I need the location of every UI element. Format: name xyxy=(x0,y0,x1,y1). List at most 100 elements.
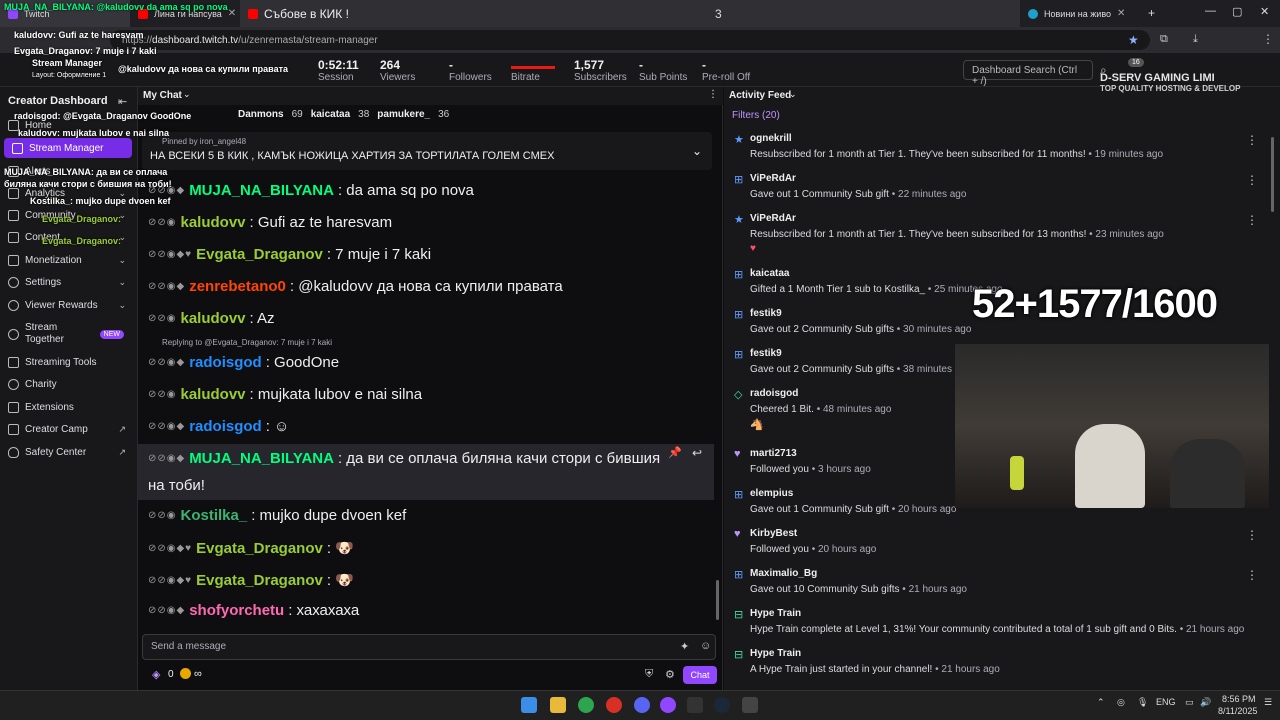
display-icon[interactable]: ▭ xyxy=(1185,697,1194,708)
clock-date[interactable]: 8/11/2025 xyxy=(1218,706,1257,716)
chat-scrollbar[interactable] xyxy=(716,580,719,620)
terminal-icon[interactable] xyxy=(687,697,703,713)
chat-title[interactable]: My Chat xyxy=(143,90,182,101)
sidebar-item-stream-together[interactable]: Stream Together NEW xyxy=(0,322,136,346)
sidebar-item-stream-manager[interactable]: Stream Manager xyxy=(4,138,132,158)
network-icon[interactable]: ◎ xyxy=(1117,697,1125,708)
url-input[interactable]: https://dashboard.twitch.tv/u/zenremasta… xyxy=(110,30,1150,50)
new-tab-icon[interactable]: + xyxy=(1148,6,1155,20)
chat-message[interactable]: ⊘⊘◉ kaludovv: mujkata lubov e nai silna xyxy=(148,386,422,403)
sidebar-item-streaming-tools[interactable]: Streaming Tools xyxy=(0,352,136,372)
feed-item[interactable]: ⊟ Hype Train Hype Train complete at Level … xyxy=(734,608,1264,646)
close-window-icon[interactable]: ✕ xyxy=(1260,5,1269,18)
extensions-icon[interactable]: ⧉ xyxy=(1160,33,1168,46)
chat-send-button[interactable]: Chat xyxy=(683,666,717,684)
close-icon[interactable]: ✕ xyxy=(228,8,236,19)
chat-message[interactable]: ⊘⊘◉◆ MUJA_NA_BILYANA: да ви се оплача бил… xyxy=(148,450,660,467)
feed-item[interactable]: ⊞ Maximalio_Bg Gave out 10 Community Sub g… xyxy=(734,568,1264,606)
chrome-icon[interactable] xyxy=(578,697,594,713)
start-icon[interactable] xyxy=(521,697,537,713)
mic-icon[interactable]: 🎙 xyxy=(1137,697,1148,708)
browser-tab-news[interactable]: Новини на живо ✕ xyxy=(1020,0,1130,27)
feed-filters[interactable]: Filters (20) xyxy=(732,110,780,121)
emoji-icon[interactable]: ☺ xyxy=(700,640,711,652)
feed-scrollbar[interactable] xyxy=(1271,137,1274,212)
overlay-chat-line: MUJA_NA_BILYANA: да ви се оплача биляна … xyxy=(4,167,172,189)
chat-message[interactable]: ⊘⊘◉ kaludovv: Az xyxy=(148,310,275,327)
app-icon[interactable] xyxy=(606,697,622,713)
stat-followers: - Followers xyxy=(449,58,492,83)
chevron-down-icon[interactable]: ⌄ xyxy=(692,144,702,158)
sidebar-item-charity[interactable]: Charity xyxy=(0,374,136,394)
reply-note[interactable]: Replying to @Evgata_Draganov: 7 muje i 7… xyxy=(162,338,332,347)
sparkle-icon[interactable]: ✦ xyxy=(680,640,689,653)
chat-message[interactable]: ⊘⊘◉◆ MUJA_NA_BILYANA: da ama sq po nova xyxy=(148,182,474,199)
feed-item[interactable]: ★ ViPeRdAr Resubscribed for 1 month at Tie… xyxy=(734,213,1264,254)
close-icon[interactable]: ✕ xyxy=(1117,8,1125,19)
browser-tab-kick[interactable]: Събове в КИК ! 3 33 xyxy=(240,0,1020,27)
collapse-icon[interactable]: ⇤ xyxy=(118,95,127,108)
steam-icon[interactable] xyxy=(714,697,730,713)
chat-input[interactable]: Send a message xyxy=(142,634,716,660)
feed-item[interactable]: ⊟ Hype Train A Hype Train just started in … xyxy=(734,648,1264,686)
file-explorer-icon[interactable] xyxy=(550,697,566,713)
chat-message[interactable]: ⊘⊘◉◆♥ Evgata_Draganov: 🐶 xyxy=(148,571,354,590)
chevron-down-icon[interactable]: ⌄ xyxy=(183,89,191,100)
stat-preroll[interactable]: - Pre-roll Off xyxy=(702,58,750,84)
leaderboard-user[interactable]: Danmons xyxy=(238,109,284,120)
language-indicator[interactable]: ENG xyxy=(1156,697,1176,707)
more-options-icon[interactable]: ⋮ xyxy=(1246,213,1258,227)
sidebar-item-monetization[interactable]: Monetization ⌄ xyxy=(0,250,136,270)
bits-icon[interactable] xyxy=(180,668,191,679)
chat-message[interactable]: ⊘⊘◉◆ zenrebetano0: @kaludovv да нова са к… xyxy=(148,278,563,295)
chat-message[interactable]: ⊘⊘◉◆♥ Evgata_Draganov: 7 muje i 7 kaki xyxy=(148,246,431,263)
download-icon[interactable]: ⤓ xyxy=(1193,33,1198,46)
more-options-icon[interactable]: ⋮ xyxy=(1246,528,1258,542)
clock-time[interactable]: 8:56 PM xyxy=(1222,694,1256,704)
menu-icon[interactable]: ⋮ xyxy=(1262,32,1274,46)
sidebar-item-safety-center[interactable]: Safety Center ↗ xyxy=(0,442,136,462)
app-icon[interactable] xyxy=(742,697,758,713)
chat-message[interactable]: ⊘⊘◉◆♥ Evgata_Draganov: 🐶 xyxy=(148,539,354,558)
volume-icon[interactable]: 🔊 xyxy=(1200,697,1211,708)
sidebar-item-viewer-rewards[interactable]: Viewer Rewards ⌄ xyxy=(0,295,136,315)
feed-item[interactable]: ★ ognekrill Resubscribed for 1 month at Ti… xyxy=(734,133,1264,171)
layout-label[interactable]: Layout: Оформление 1 xyxy=(32,72,106,79)
chat-message[interactable]: ⊘⊘◉◆ shofyorchetu: хахахаха xyxy=(148,602,359,619)
feed-item[interactable]: ♥ KirbyBest Followed you • 20 hours ago ⋮ xyxy=(734,528,1264,566)
pin-icon[interactable]: 📌 xyxy=(668,446,682,459)
twitch-app-icon[interactable] xyxy=(660,697,676,713)
settings-icon[interactable]: ⚙ xyxy=(665,668,675,681)
leaderboard-user[interactable]: kaicataa xyxy=(311,109,350,120)
more-options-icon[interactable]: ⋮ xyxy=(1246,173,1258,187)
discord-icon[interactable] xyxy=(634,697,650,713)
chat-message[interactable]: ⊘⊘◉ Kostilka_: mujko dupe dvoen kef xyxy=(148,507,406,524)
chevron-down-icon[interactable]: ⌄ xyxy=(789,89,797,100)
tray-expand-icon[interactable]: ⌃ xyxy=(1097,697,1105,708)
shield-icon[interactable]: ⛨ xyxy=(645,668,653,681)
sidebar-item-settings[interactable]: Settings ⌄ xyxy=(0,272,136,292)
chat-message[interactable]: ⊘⊘◉◆ radoisgod: ☺ xyxy=(148,418,289,435)
dashboard-search-input[interactable]: Dashboard Search (Ctrl + /) xyxy=(963,60,1093,87)
maximize-icon[interactable]: ▢ xyxy=(1232,5,1242,18)
feed-title[interactable]: Activity Feed xyxy=(729,90,791,101)
leaderboard-user[interactable]: pamukere_ xyxy=(377,109,430,120)
minimize-icon[interactable]: — xyxy=(1205,5,1216,17)
overlay-chat-line: Evgata_Draganov: xyxy=(42,214,122,224)
pinned-text: НА ВСЕКИ 5 В КИК , КАМЪК НОЖИЦА ХАРТИЯ З… xyxy=(150,150,555,162)
feed-item[interactable]: ⊞ ViPeRdAr Gave out 1 Community Sub gift •… xyxy=(734,173,1264,211)
reply-icon[interactable]: ↩ xyxy=(692,446,702,460)
more-options-icon[interactable]: ⋮ xyxy=(1246,568,1258,582)
notifications-icon[interactable]: ☰ xyxy=(1264,697,1272,708)
notification-badge[interactable]: 16 xyxy=(1128,58,1144,67)
badge-icons: ⊘⊘◉ xyxy=(148,510,177,521)
pinned-message[interactable]: Pinned by iron_angel48 НА ВСЕКИ 5 В КИК … xyxy=(142,132,712,170)
more-options-icon[interactable]: ⋮ xyxy=(1246,133,1258,147)
sidebar-item-creator-camp[interactable]: Creator Camp ↗ xyxy=(0,419,136,439)
bookmark-star-icon[interactable]: ★ xyxy=(1128,33,1139,47)
chat-message[interactable]: ⊘⊘◉ kaludovv: Gufi az te haresvam xyxy=(148,214,392,231)
chat-message[interactable]: ⊘⊘◉◆ radoisgod: GoodOne xyxy=(148,354,339,371)
chat-options-icon[interactable]: ⋮ xyxy=(708,89,718,100)
sidebar-item-extensions[interactable]: Extensions xyxy=(0,397,136,417)
channel-points-icon[interactable]: ◈ xyxy=(152,668,160,681)
